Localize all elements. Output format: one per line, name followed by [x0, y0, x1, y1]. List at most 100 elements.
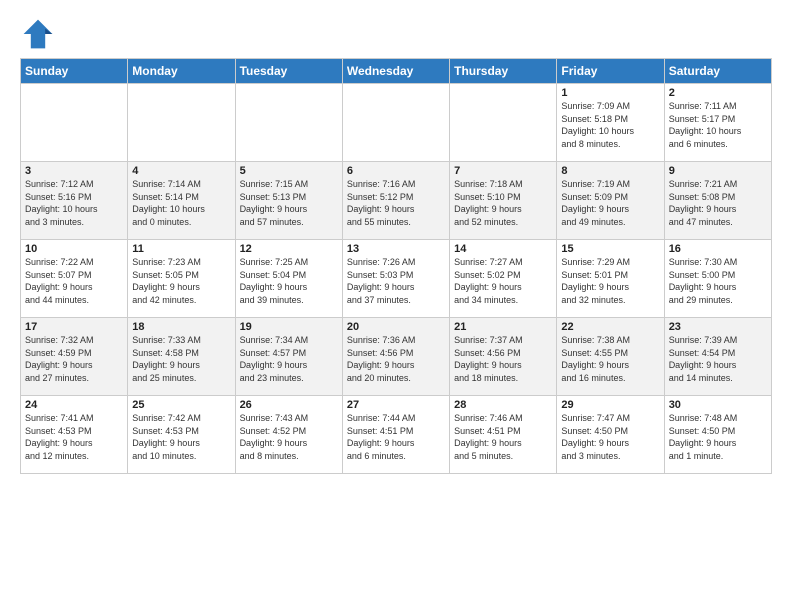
day-number: 25 — [132, 399, 230, 411]
calendar-cell: 28Sunrise: 7:46 AM Sunset: 4:51 PM Dayli… — [450, 396, 557, 474]
calendar-cell: 16Sunrise: 7:30 AM Sunset: 5:00 PM Dayli… — [664, 240, 771, 318]
calendar-cell: 8Sunrise: 7:19 AM Sunset: 5:09 PM Daylig… — [557, 162, 664, 240]
calendar-cell: 21Sunrise: 7:37 AM Sunset: 4:56 PM Dayli… — [450, 318, 557, 396]
calendar-cell: 29Sunrise: 7:47 AM Sunset: 4:50 PM Dayli… — [557, 396, 664, 474]
calendar-cell: 22Sunrise: 7:38 AM Sunset: 4:55 PM Dayli… — [557, 318, 664, 396]
calendar-cell: 9Sunrise: 7:21 AM Sunset: 5:08 PM Daylig… — [664, 162, 771, 240]
calendar-week-row: 1Sunrise: 7:09 AM Sunset: 5:18 PM Daylig… — [21, 84, 772, 162]
day-info: Sunrise: 7:36 AM Sunset: 4:56 PM Dayligh… — [347, 334, 445, 384]
day-number: 14 — [454, 243, 552, 255]
day-info: Sunrise: 7:21 AM Sunset: 5:08 PM Dayligh… — [669, 178, 767, 228]
day-info: Sunrise: 7:09 AM Sunset: 5:18 PM Dayligh… — [561, 100, 659, 150]
day-info: Sunrise: 7:19 AM Sunset: 5:09 PM Dayligh… — [561, 178, 659, 228]
day-number: 5 — [240, 165, 338, 177]
day-info: Sunrise: 7:39 AM Sunset: 4:54 PM Dayligh… — [669, 334, 767, 384]
day-number: 15 — [561, 243, 659, 255]
calendar-cell: 27Sunrise: 7:44 AM Sunset: 4:51 PM Dayli… — [342, 396, 449, 474]
day-info: Sunrise: 7:34 AM Sunset: 4:57 PM Dayligh… — [240, 334, 338, 384]
day-number: 16 — [669, 243, 767, 255]
logo — [20, 16, 60, 52]
day-number: 8 — [561, 165, 659, 177]
day-info: Sunrise: 7:46 AM Sunset: 4:51 PM Dayligh… — [454, 412, 552, 462]
calendar-week-row: 10Sunrise: 7:22 AM Sunset: 5:07 PM Dayli… — [21, 240, 772, 318]
calendar-cell: 1Sunrise: 7:09 AM Sunset: 5:18 PM Daylig… — [557, 84, 664, 162]
calendar-cell: 2Sunrise: 7:11 AM Sunset: 5:17 PM Daylig… — [664, 84, 771, 162]
calendar-cell: 4Sunrise: 7:14 AM Sunset: 5:14 PM Daylig… — [128, 162, 235, 240]
weekday-header: Sunday — [21, 59, 128, 84]
day-info: Sunrise: 7:22 AM Sunset: 5:07 PM Dayligh… — [25, 256, 123, 306]
day-number: 1 — [561, 87, 659, 99]
calendar-week-row: 24Sunrise: 7:41 AM Sunset: 4:53 PM Dayli… — [21, 396, 772, 474]
day-info: Sunrise: 7:41 AM Sunset: 4:53 PM Dayligh… — [25, 412, 123, 462]
calendar-week-row: 3Sunrise: 7:12 AM Sunset: 5:16 PM Daylig… — [21, 162, 772, 240]
day-info: Sunrise: 7:43 AM Sunset: 4:52 PM Dayligh… — [240, 412, 338, 462]
day-number: 6 — [347, 165, 445, 177]
day-number: 7 — [454, 165, 552, 177]
day-info: Sunrise: 7:18 AM Sunset: 5:10 PM Dayligh… — [454, 178, 552, 228]
day-info: Sunrise: 7:23 AM Sunset: 5:05 PM Dayligh… — [132, 256, 230, 306]
calendar-cell — [128, 84, 235, 162]
calendar-cell: 25Sunrise: 7:42 AM Sunset: 4:53 PM Dayli… — [128, 396, 235, 474]
day-info: Sunrise: 7:47 AM Sunset: 4:50 PM Dayligh… — [561, 412, 659, 462]
day-info: Sunrise: 7:25 AM Sunset: 5:04 PM Dayligh… — [240, 256, 338, 306]
calendar-cell: 30Sunrise: 7:48 AM Sunset: 4:50 PM Dayli… — [664, 396, 771, 474]
calendar-cell — [342, 84, 449, 162]
day-number: 26 — [240, 399, 338, 411]
day-info: Sunrise: 7:16 AM Sunset: 5:12 PM Dayligh… — [347, 178, 445, 228]
day-info: Sunrise: 7:26 AM Sunset: 5:03 PM Dayligh… — [347, 256, 445, 306]
day-info: Sunrise: 7:30 AM Sunset: 5:00 PM Dayligh… — [669, 256, 767, 306]
calendar-cell: 26Sunrise: 7:43 AM Sunset: 4:52 PM Dayli… — [235, 396, 342, 474]
calendar-cell: 7Sunrise: 7:18 AM Sunset: 5:10 PM Daylig… — [450, 162, 557, 240]
day-number: 27 — [347, 399, 445, 411]
calendar-cell: 19Sunrise: 7:34 AM Sunset: 4:57 PM Dayli… — [235, 318, 342, 396]
day-number: 18 — [132, 321, 230, 333]
day-info: Sunrise: 7:33 AM Sunset: 4:58 PM Dayligh… — [132, 334, 230, 384]
day-info: Sunrise: 7:44 AM Sunset: 4:51 PM Dayligh… — [347, 412, 445, 462]
weekday-header: Tuesday — [235, 59, 342, 84]
calendar-cell: 3Sunrise: 7:12 AM Sunset: 5:16 PM Daylig… — [21, 162, 128, 240]
calendar-cell: 6Sunrise: 7:16 AM Sunset: 5:12 PM Daylig… — [342, 162, 449, 240]
day-info: Sunrise: 7:15 AM Sunset: 5:13 PM Dayligh… — [240, 178, 338, 228]
weekday-header: Monday — [128, 59, 235, 84]
calendar-table: SundayMondayTuesdayWednesdayThursdayFrid… — [20, 58, 772, 474]
day-number: 3 — [25, 165, 123, 177]
calendar-cell: 18Sunrise: 7:33 AM Sunset: 4:58 PM Dayli… — [128, 318, 235, 396]
logo-icon — [20, 16, 56, 52]
header — [20, 16, 772, 52]
weekday-header: Wednesday — [342, 59, 449, 84]
day-number: 22 — [561, 321, 659, 333]
day-number: 21 — [454, 321, 552, 333]
calendar-cell — [235, 84, 342, 162]
calendar-cell: 11Sunrise: 7:23 AM Sunset: 5:05 PM Dayli… — [128, 240, 235, 318]
day-number: 29 — [561, 399, 659, 411]
calendar-cell — [450, 84, 557, 162]
header-row: SundayMondayTuesdayWednesdayThursdayFrid… — [21, 59, 772, 84]
day-number: 11 — [132, 243, 230, 255]
day-info: Sunrise: 7:27 AM Sunset: 5:02 PM Dayligh… — [454, 256, 552, 306]
day-number: 30 — [669, 399, 767, 411]
calendar-cell: 13Sunrise: 7:26 AM Sunset: 5:03 PM Dayli… — [342, 240, 449, 318]
day-info: Sunrise: 7:37 AM Sunset: 4:56 PM Dayligh… — [454, 334, 552, 384]
calendar-cell: 17Sunrise: 7:32 AM Sunset: 4:59 PM Dayli… — [21, 318, 128, 396]
day-info: Sunrise: 7:32 AM Sunset: 4:59 PM Dayligh… — [25, 334, 123, 384]
calendar-cell — [21, 84, 128, 162]
weekday-header: Saturday — [664, 59, 771, 84]
calendar-cell: 23Sunrise: 7:39 AM Sunset: 4:54 PM Dayli… — [664, 318, 771, 396]
calendar-cell: 15Sunrise: 7:29 AM Sunset: 5:01 PM Dayli… — [557, 240, 664, 318]
day-number: 12 — [240, 243, 338, 255]
day-info: Sunrise: 7:42 AM Sunset: 4:53 PM Dayligh… — [132, 412, 230, 462]
day-number: 20 — [347, 321, 445, 333]
calendar-cell: 10Sunrise: 7:22 AM Sunset: 5:07 PM Dayli… — [21, 240, 128, 318]
calendar-cell: 12Sunrise: 7:25 AM Sunset: 5:04 PM Dayli… — [235, 240, 342, 318]
day-number: 23 — [669, 321, 767, 333]
day-number: 9 — [669, 165, 767, 177]
day-info: Sunrise: 7:11 AM Sunset: 5:17 PM Dayligh… — [669, 100, 767, 150]
day-number: 2 — [669, 87, 767, 99]
day-info: Sunrise: 7:14 AM Sunset: 5:14 PM Dayligh… — [132, 178, 230, 228]
day-number: 10 — [25, 243, 123, 255]
calendar-week-row: 17Sunrise: 7:32 AM Sunset: 4:59 PM Dayli… — [21, 318, 772, 396]
day-number: 13 — [347, 243, 445, 255]
day-info: Sunrise: 7:38 AM Sunset: 4:55 PM Dayligh… — [561, 334, 659, 384]
calendar-cell: 5Sunrise: 7:15 AM Sunset: 5:13 PM Daylig… — [235, 162, 342, 240]
weekday-header: Friday — [557, 59, 664, 84]
